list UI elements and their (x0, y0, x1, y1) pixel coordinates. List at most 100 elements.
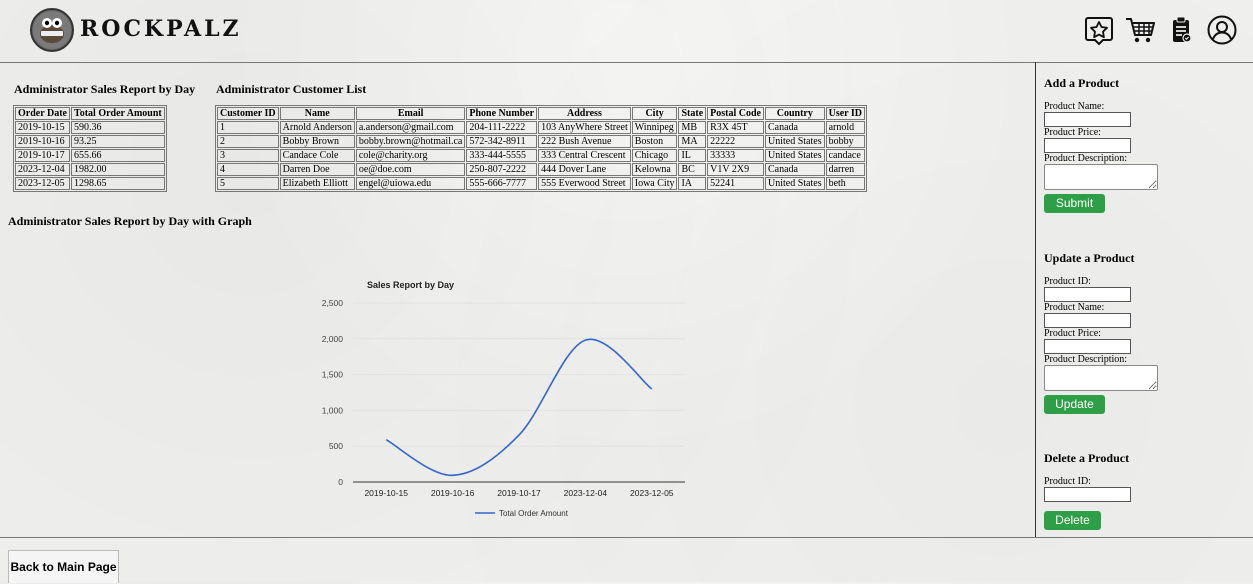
product-price-label: Product Price: (1044, 127, 1101, 138)
column-header: City (631, 107, 678, 120)
table-cell: Canada (764, 121, 825, 134)
table-cell: Chicago (631, 149, 678, 162)
table-cell: candace (825, 149, 866, 162)
update-product-price-input[interactable] (1044, 339, 1131, 354)
table-cell: bobby.brown@hotmail.ca (355, 135, 466, 148)
table-row: 2019-10-17 655.66 (15, 149, 165, 162)
product-description-textarea[interactable] (1044, 164, 1158, 190)
customer-table-wrap: Customer ID Name Email Phone Number Address C… (215, 105, 868, 192)
table-cell: cole@charity.org (355, 149, 466, 162)
table-cell: IL (678, 149, 707, 162)
table-cell: R3X 45T (707, 121, 764, 134)
sales-chart-svg: Sales Report by Day 0 500 1,000 1,500 2,000 2,… (322, 280, 685, 518)
table-cell: 2023-12-05 (15, 177, 70, 190)
table-cell: 2 (217, 135, 279, 148)
submit-button[interactable]: Submit (1044, 194, 1105, 213)
table-cell: Arnold Anderson (279, 121, 355, 134)
product-price-input[interactable] (1044, 138, 1131, 153)
table-cell: Candace Cole (279, 149, 355, 162)
add-product-section: Add a Product Product Name: Product Pric… (1044, 76, 1158, 213)
sales-chart: Sales Report by Day 0 500 1,000 1,500 2,000 2,… (300, 270, 710, 530)
table-header-row: Customer ID Name Email Phone Number Address C… (217, 107, 866, 120)
table-cell: 52241 (707, 177, 764, 190)
table-cell: Boston (631, 135, 678, 148)
update-product-description-textarea[interactable] (1044, 365, 1158, 391)
delete-product-section: Delete a Product Product ID: Delete (1044, 451, 1131, 530)
table-cell: 2023-12-04 (15, 163, 70, 176)
table-cell: arnold (825, 121, 866, 134)
table-cell: 2019-10-15 (15, 121, 70, 134)
graph-section-title: Administrator Sales Report by Day with G… (8, 214, 252, 228)
table-cell: 555 Everwood Street (538, 177, 631, 190)
column-header: Order Date (15, 107, 70, 120)
table-row: 2019-10-16 93.25 (15, 135, 165, 148)
table-row: 3 Candace Cole cole@charity.org 333-444-555… (217, 149, 866, 162)
update-product-id-input[interactable] (1044, 287, 1131, 302)
table-cell: BC (678, 163, 707, 176)
table-cell: 93.25 (70, 135, 165, 148)
column-header: User ID (825, 107, 866, 120)
table-cell: MA (678, 135, 707, 148)
product-sidebar: Add a Product Product Name: Product Pric… (1035, 62, 1253, 538)
back-to-main-page-button[interactable]: Back to Main Page (8, 550, 119, 583)
x-tick-label: 2019-10-17 (497, 488, 541, 498)
table-header-row: Order Date Total Order Amount (15, 107, 165, 120)
table-cell: 204-111-2222 (466, 121, 538, 134)
product-name-input[interactable] (1044, 112, 1131, 127)
update-button[interactable]: Update (1044, 395, 1105, 414)
x-tick-label: 2019-10-15 (364, 488, 408, 498)
table-cell: Darren Doe (279, 163, 355, 176)
product-name-label: Product Name: (1044, 101, 1105, 112)
series-line (385, 338, 653, 477)
customer-list-title: Administrator Customer List (216, 82, 367, 96)
table-cell: 22222 (707, 135, 764, 148)
table-cell: IA (678, 177, 707, 190)
column-header: State (678, 107, 707, 120)
x-tick-label: 2019-10-16 (431, 488, 475, 498)
table-cell: United States (764, 177, 825, 190)
table-cell: Bobby Brown (279, 135, 355, 148)
x-tick-label: 2023-12-05 (630, 488, 674, 498)
clipboard-icon[interactable] (1165, 14, 1197, 46)
delete-product-id-input[interactable] (1044, 487, 1131, 502)
cart-icon[interactable] (1124, 14, 1156, 46)
product-price-label: Product Price: (1044, 328, 1101, 339)
table-cell: 655.66 (70, 149, 165, 162)
column-header: Total Order Amount (70, 107, 165, 120)
x-tick-label: 2023-12-04 (564, 488, 608, 498)
column-header: Customer ID (217, 107, 279, 120)
user-icon[interactable] (1206, 14, 1238, 46)
table-cell: 1298.65 (70, 177, 165, 190)
star-list-icon[interactable] (1083, 14, 1115, 46)
product-id-label: Product ID: (1044, 276, 1091, 287)
y-tick-label: 0 (338, 477, 343, 487)
table-cell: 572-342-8911 (466, 135, 538, 148)
delete-button[interactable]: Delete (1044, 511, 1101, 530)
table-cell: 333 Central Crescent (538, 149, 631, 162)
table-cell: 1982.00 (70, 163, 165, 176)
sales-report-table-wrap: Order Date Total Order Amount 2019-10-15… (13, 105, 167, 192)
table-cell: Iowa City (631, 177, 678, 190)
table-cell: Winnipeg (631, 121, 678, 134)
table-row: 2 Bobby Brown bobby.brown@hotmail.ca 572-34… (217, 135, 866, 148)
y-tick-label: 1,500 (322, 370, 344, 380)
header: ROCKPALZ (0, 0, 1253, 63)
column-header: Email (355, 107, 466, 120)
sales-report-table: Order Date Total Order Amount 2019-10-15… (13, 105, 167, 192)
update-product-name-input[interactable] (1044, 313, 1131, 328)
table-cell: Kelowna (631, 163, 678, 176)
y-tick-label: 2,000 (322, 334, 344, 344)
column-header: Country (764, 107, 825, 120)
y-tick-label: 500 (329, 441, 343, 451)
table-cell: 333-444-5555 (466, 149, 538, 162)
legend-label: Total Order Amount (499, 509, 569, 518)
footer: Back to Main Page (0, 537, 1253, 583)
table-cell: 2019-10-16 (15, 135, 70, 148)
table-row: 1 Arnold Anderson a.anderson@gmail.com 204-… (217, 121, 866, 134)
table-cell: United States (764, 149, 825, 162)
chart-title: Sales Report by Day (367, 280, 454, 290)
update-product-section: Update a Product Product ID: Product Nam… (1044, 251, 1158, 414)
logo[interactable] (30, 8, 74, 52)
update-product-title: Update a Product (1044, 251, 1135, 265)
table-cell: Canada (764, 163, 825, 176)
